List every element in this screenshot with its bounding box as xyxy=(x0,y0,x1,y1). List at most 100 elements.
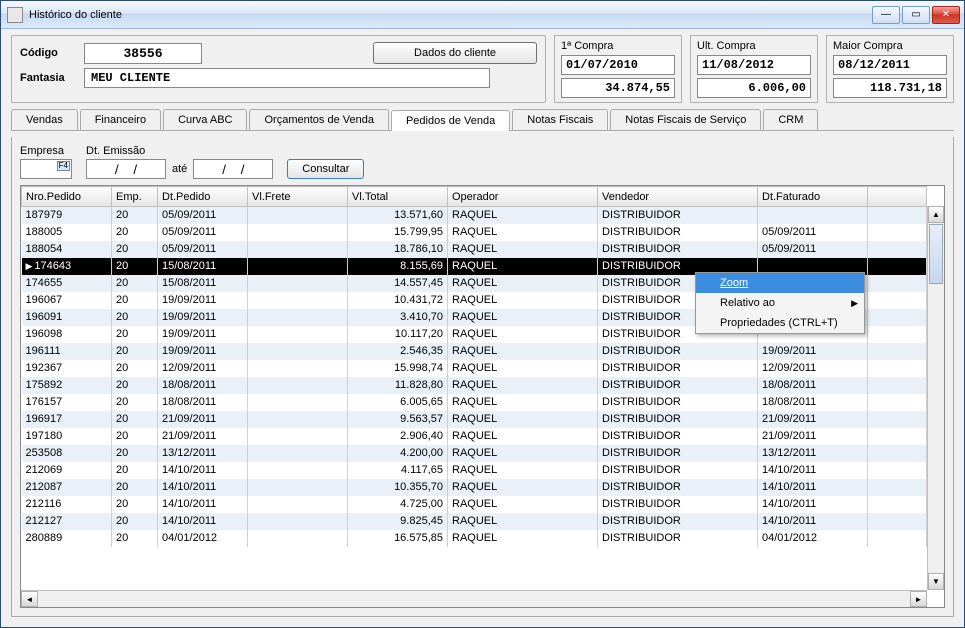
scroll-left-button[interactable]: ◄ xyxy=(21,591,38,607)
cell[interactable]: 20 xyxy=(112,207,158,224)
cell[interactable]: 20 xyxy=(112,513,158,530)
tab-notas-servico[interactable]: Notas Fiscais de Serviço xyxy=(610,109,761,130)
cell[interactable]: 196067 xyxy=(22,292,112,309)
cell[interactable]: RAQUEL xyxy=(448,292,598,309)
cell[interactable]: 20 xyxy=(112,224,158,241)
table-row[interactable]: 1969172021/09/20119.563,57RAQUELDISTRIBU… xyxy=(22,411,927,428)
cell[interactable]: 20 xyxy=(112,292,158,309)
cell[interactable]: 176157 xyxy=(22,394,112,411)
cell[interactable]: 10.117,20 xyxy=(348,326,448,343)
cell[interactable]: 05/09/2011 xyxy=(758,224,868,241)
cell[interactable]: 15.998,74 xyxy=(348,360,448,377)
cell[interactable]: DISTRIBUIDOR xyxy=(598,377,758,394)
cell[interactable] xyxy=(868,241,927,258)
table-row[interactable]: 2121162014/10/20114.725,00RAQUELDISTRIBU… xyxy=(22,496,927,513)
cell[interactable]: 05/09/2011 xyxy=(158,224,248,241)
cell[interactable]: RAQUEL xyxy=(448,462,598,479)
cell[interactable]: DISTRIBUIDOR xyxy=(598,360,758,377)
cell[interactable]: RAQUEL xyxy=(448,428,598,445)
col-dt-faturado[interactable]: Dt.Faturado xyxy=(758,187,868,207)
cell[interactable]: 196091 xyxy=(22,309,112,326)
col-vl-frete[interactable]: Vl.Frete xyxy=(248,187,348,207)
cell[interactable]: DISTRIBUIDOR xyxy=(598,394,758,411)
cell[interactable]: DISTRIBUIDOR xyxy=(598,428,758,445)
cell[interactable] xyxy=(248,241,348,258)
tab-notas-fiscais[interactable]: Notas Fiscais xyxy=(512,109,608,130)
cell[interactable]: DISTRIBUIDOR xyxy=(598,496,758,513)
vertical-scrollbar[interactable]: ▲ ▼ xyxy=(927,206,944,590)
cell[interactable] xyxy=(868,207,927,224)
cell[interactable]: RAQUEL xyxy=(448,309,598,326)
cell[interactable]: 13/12/2011 xyxy=(158,445,248,462)
cell[interactable] xyxy=(868,377,927,394)
table-row[interactable]: 2120692014/10/20114.117,65RAQUELDISTRIBU… xyxy=(22,462,927,479)
horizontal-scrollbar[interactable]: ◄ ► xyxy=(21,590,927,607)
cell[interactable]: 20 xyxy=(112,530,158,547)
cell[interactable]: RAQUEL xyxy=(448,258,598,275)
f4-lookup-icon[interactable]: F4 xyxy=(57,161,70,171)
table-row[interactable]: 2535082013/12/20114.200,00RAQUELDISTRIBU… xyxy=(22,445,927,462)
cell[interactable]: RAQUEL xyxy=(448,513,598,530)
table-row[interactable]: 2120872014/10/201110.355,70RAQUELDISTRIB… xyxy=(22,479,927,496)
cell[interactable]: 212069 xyxy=(22,462,112,479)
cell[interactable]: RAQUEL xyxy=(448,224,598,241)
table-row[interactable]: 1879792005/09/201113.571,60RAQUELDISTRIB… xyxy=(22,207,927,224)
cell[interactable]: RAQUEL xyxy=(448,394,598,411)
cell[interactable] xyxy=(248,258,348,275)
cell[interactable]: 212087 xyxy=(22,479,112,496)
cell[interactable]: 14/10/2011 xyxy=(158,496,248,513)
cell[interactable]: DISTRIBUIDOR xyxy=(598,207,758,224)
cell[interactable]: 20 xyxy=(112,462,158,479)
cell[interactable]: 10.431,72 xyxy=(348,292,448,309)
cell[interactable] xyxy=(868,411,927,428)
cell[interactable]: RAQUEL xyxy=(448,377,598,394)
cell[interactable]: 188005 xyxy=(22,224,112,241)
table-row[interactable]: 1961112019/09/20112.546,35RAQUELDISTRIBU… xyxy=(22,343,927,360)
cell[interactable]: 14/10/2011 xyxy=(158,479,248,496)
cell[interactable]: 14.557,45 xyxy=(348,275,448,292)
col-nro-pedido[interactable]: Nro.Pedido xyxy=(22,187,112,207)
cell[interactable] xyxy=(868,530,927,547)
cell[interactable] xyxy=(248,207,348,224)
cell[interactable] xyxy=(868,360,927,377)
tab-vendas[interactable]: Vendas xyxy=(11,109,78,130)
cell[interactable] xyxy=(248,343,348,360)
dados-cliente-button[interactable]: Dados do cliente xyxy=(373,42,537,64)
cell[interactable]: 16.575,85 xyxy=(348,530,448,547)
cell[interactable]: 6.005,65 xyxy=(348,394,448,411)
cell[interactable]: 13.571,60 xyxy=(348,207,448,224)
cell[interactable]: 19/09/2011 xyxy=(758,343,868,360)
cell[interactable] xyxy=(868,445,927,462)
cell[interactable] xyxy=(248,377,348,394)
cell[interactable]: RAQUEL xyxy=(448,241,598,258)
cell[interactable]: 18/08/2011 xyxy=(758,377,868,394)
cell[interactable] xyxy=(868,479,927,496)
ctx-propriedades[interactable]: Propriedades (CTRL+T) xyxy=(696,313,864,333)
cell[interactable]: 05/09/2011 xyxy=(158,241,248,258)
cell[interactable]: 19/09/2011 xyxy=(158,343,248,360)
ctx-relativo-ao[interactable]: Relativo ao▶ xyxy=(696,293,864,313)
cell[interactable] xyxy=(248,479,348,496)
cell[interactable]: 9.825,45 xyxy=(348,513,448,530)
cell[interactable] xyxy=(248,292,348,309)
cell[interactable]: RAQUEL xyxy=(448,326,598,343)
cell[interactable]: 3.410,70 xyxy=(348,309,448,326)
cell[interactable] xyxy=(248,224,348,241)
cell[interactable] xyxy=(248,462,348,479)
cell[interactable]: RAQUEL xyxy=(448,479,598,496)
cell[interactable]: DISTRIBUIDOR xyxy=(598,241,758,258)
tab-crm[interactable]: CRM xyxy=(763,109,818,130)
cell[interactable] xyxy=(248,445,348,462)
cell[interactable]: 14/10/2011 xyxy=(158,513,248,530)
cell[interactable]: 2.546,35 xyxy=(348,343,448,360)
minimize-button[interactable]: — xyxy=(872,6,900,24)
cell[interactable] xyxy=(868,428,927,445)
cell[interactable] xyxy=(868,224,927,241)
scroll-up-button[interactable]: ▲ xyxy=(928,206,944,223)
cell[interactable] xyxy=(868,343,927,360)
cell[interactable]: 4.117,65 xyxy=(348,462,448,479)
cell[interactable]: 8.155,69 xyxy=(348,258,448,275)
cell[interactable]: 14/10/2011 xyxy=(158,462,248,479)
cell[interactable]: 212116 xyxy=(22,496,112,513)
cell[interactable]: 174643 xyxy=(22,258,112,275)
